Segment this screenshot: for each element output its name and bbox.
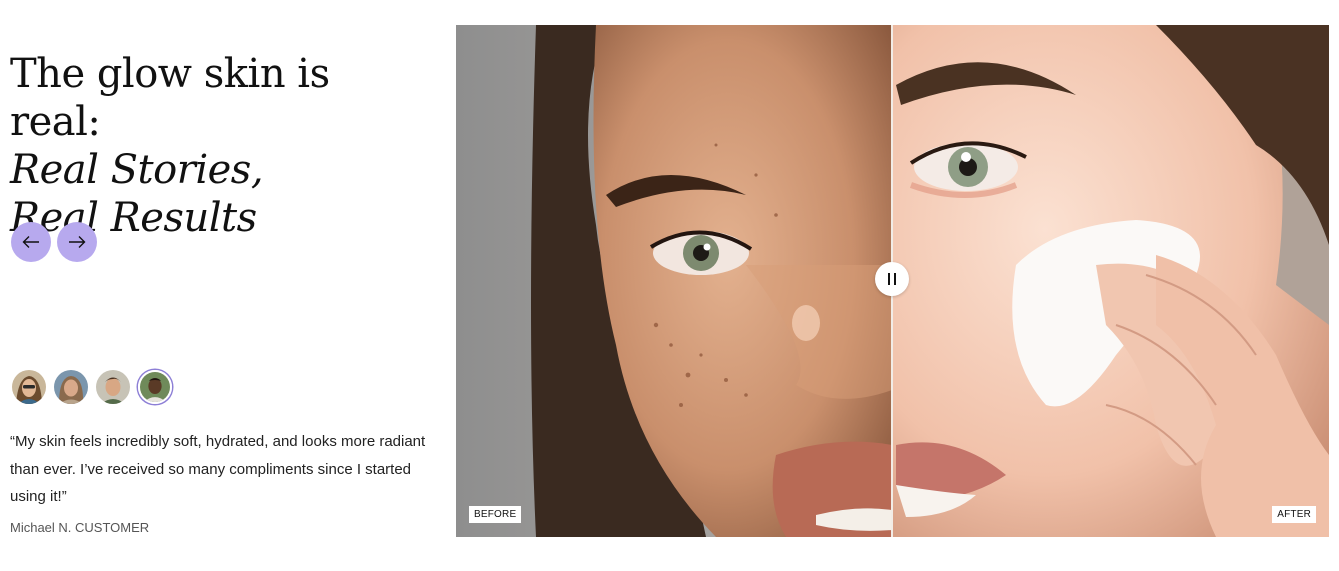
slider-handle[interactable] bbox=[875, 262, 909, 296]
customer-avatars bbox=[12, 370, 172, 404]
before-label: BEFORE bbox=[469, 506, 522, 523]
pause-icon bbox=[888, 273, 896, 285]
before-after-slider[interactable]: BEFORE AFTER bbox=[456, 25, 1329, 537]
arrow-left-icon bbox=[22, 236, 39, 248]
avatar[interactable] bbox=[54, 370, 88, 404]
testimonial-quote: “My skin feels incredibly soft, hydrated… bbox=[10, 433, 426, 505]
heading-line-1: The glow skin is real: bbox=[10, 51, 330, 145]
section-heading: The glow skin is real: Real Stories, Rea… bbox=[10, 50, 430, 242]
avatar-selected[interactable] bbox=[138, 370, 172, 404]
carousel-nav bbox=[11, 222, 97, 262]
next-button[interactable] bbox=[57, 222, 97, 262]
testimonial-author: Michael N. CUSTOMER bbox=[10, 520, 150, 535]
previous-button[interactable] bbox=[11, 222, 51, 262]
avatar[interactable] bbox=[96, 370, 130, 404]
after-label: AFTER bbox=[1272, 506, 1316, 523]
arrow-right-icon bbox=[69, 236, 86, 248]
avatar[interactable] bbox=[12, 370, 46, 404]
